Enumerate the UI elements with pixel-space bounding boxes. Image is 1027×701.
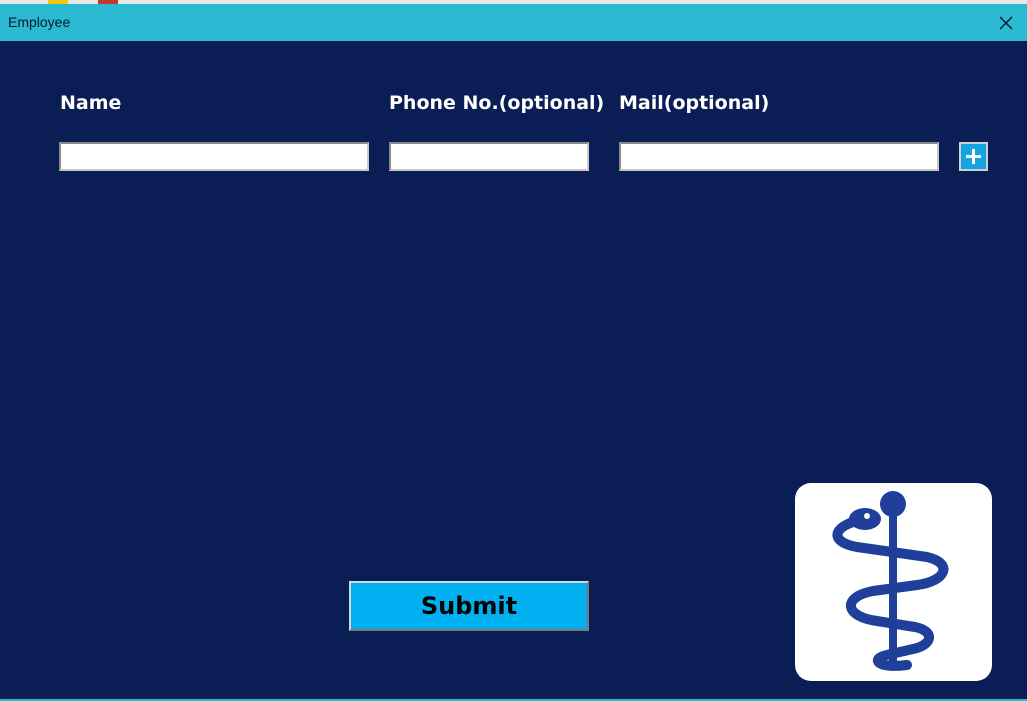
- name-input[interactable]: [59, 142, 369, 171]
- title-bar: Employee: [0, 4, 1027, 41]
- mail-input[interactable]: [619, 142, 939, 171]
- mail-label: Mail(optional): [619, 92, 770, 114]
- phone-label: Phone No.(optional): [389, 92, 605, 114]
- medical-logo: [795, 483, 992, 681]
- medical-caduceus-icon: [832, 491, 949, 671]
- phone-input[interactable]: [389, 142, 589, 171]
- name-label: Name: [60, 92, 122, 114]
- add-button[interactable]: [959, 142, 988, 171]
- window-title: Employee: [8, 14, 71, 30]
- submit-button[interactable]: Submit: [349, 581, 589, 631]
- plus-icon: [966, 149, 981, 164]
- close-icon[interactable]: [993, 10, 1019, 36]
